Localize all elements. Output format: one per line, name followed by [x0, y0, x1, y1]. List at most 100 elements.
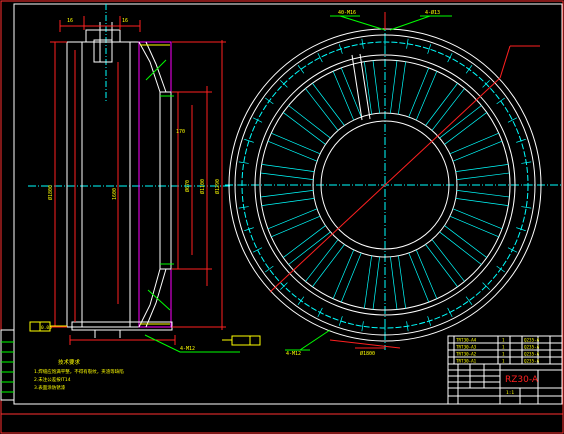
part-row-qty: 1	[502, 352, 505, 357]
bolt-hole-mark	[496, 265, 505, 273]
spoke-rib-line	[425, 244, 458, 287]
spoke-rib-line	[455, 164, 509, 172]
notes-title: 技术要求	[58, 358, 81, 366]
dim-side-top-2: 16	[122, 18, 128, 24]
spoke-rib-line	[364, 255, 372, 309]
spoke-rib-line	[261, 198, 315, 206]
spoke-rib-line	[372, 256, 380, 310]
spoke-rib-line	[449, 132, 499, 155]
dim-side-right-2: Ø1290	[214, 179, 221, 194]
spoke-rib-line	[452, 140, 503, 162]
spoke-rib-line	[271, 215, 321, 238]
spoke-rib-line	[332, 249, 355, 299]
spoke-rib-line	[456, 172, 510, 180]
notes-line-3: 3.表面涂防锈漆	[34, 384, 66, 391]
dim-circle-top-2: 4-Ø13	[425, 9, 440, 16]
part-row-code: TRT30-A3	[456, 345, 477, 350]
drawing-scale: 1:1	[506, 390, 514, 396]
bolt-hole-mark	[465, 296, 473, 305]
cad-drawing-sheet: 16 16 Ø1800 1600 Ø670 Ø1100 Ø1290 170 4-…	[0, 0, 564, 434]
spoke-rib-line	[312, 83, 345, 126]
bolt-hole-mark	[297, 65, 305, 74]
notes-line-1: 1.焊缝应饱满平整，不得有裂纹，夹渣等缺陷	[34, 368, 124, 375]
dim-circle-top-1: 40-M16	[338, 10, 356, 16]
part-row-code: TRT30-A1	[456, 359, 477, 364]
bolt-hole-mark	[317, 52, 323, 63]
spoke-rib-line	[390, 60, 398, 114]
spoke-rib-line	[261, 164, 315, 172]
dim-circle-bottom-2: Ø1800	[360, 350, 375, 357]
dim-side-top-1: 16	[67, 18, 73, 24]
bolt-hole-mark	[252, 247, 263, 253]
spoke-rib-line	[439, 231, 482, 265]
part-row-mat: Q235-A	[524, 352, 540, 357]
part-row-qty: 1	[502, 338, 505, 343]
front-circular-view: 40-M16 4-Ø13 4-M12 Ø1800	[225, 9, 562, 357]
sheet-inner-frame	[13, 3, 563, 405]
bolt-hole-mark	[252, 117, 263, 123]
dim-circle-bottom-1: 4-M12	[286, 351, 301, 357]
dim-side-inner: 1600	[112, 188, 118, 200]
dim-side-mid: Ø670	[184, 180, 191, 192]
bolt-hole-mark	[447, 307, 453, 318]
spoke-rib-line	[288, 105, 331, 139]
spoke-rib-line	[372, 60, 380, 114]
spoke-rib-line	[439, 105, 482, 139]
sheet-outer-frame	[0, 0, 564, 434]
dim-side-step: 170	[176, 129, 185, 135]
part-row-mat: Q235-A	[524, 345, 540, 350]
part-row-qty: 1	[502, 345, 505, 350]
spoke-rib-line	[260, 190, 314, 198]
bolt-hole-mark	[496, 97, 505, 105]
part-row-qty: 1	[502, 359, 505, 364]
spoke-rib-line	[260, 172, 314, 180]
dim-side-bottom-right: 4-M12	[180, 346, 195, 352]
part-row-mat: Q235-A	[524, 359, 540, 364]
datum-frame-bottom-left: 0.05	[29, 321, 67, 332]
bolt-hole-mark	[465, 65, 473, 74]
spoke-rib-line	[398, 61, 406, 115]
spoke-rib-line	[415, 71, 438, 121]
spoke-rib-line	[271, 132, 321, 155]
dim-side-right-1: Ø1100	[199, 179, 206, 194]
bolt-hole-mark	[265, 97, 274, 105]
spoke-rib-line	[267, 208, 318, 230]
bolt-hole-mark	[361, 321, 364, 332]
spoke-rib-line	[305, 88, 339, 131]
spoke-rib-line	[415, 249, 438, 299]
bolt-hole-mark	[447, 52, 453, 63]
spoke-rib-line	[425, 83, 458, 126]
spoke-rib-line	[305, 239, 339, 282]
spoke-rib-line	[398, 255, 406, 309]
spoke-rib-line	[312, 244, 345, 287]
bolt-hole-mark	[507, 117, 518, 123]
spoke-rib-line	[452, 208, 503, 230]
spoke-rib-line	[431, 88, 465, 131]
spoke-rib-line	[288, 231, 331, 265]
side-section-view: 16 16 Ø1800 1600 Ø670 Ø1100 Ø1290 170 4-…	[28, 4, 261, 353]
part-row-code: TRT30-A2	[456, 352, 477, 357]
spoke-rib-line	[332, 71, 355, 121]
bolt-hole-mark	[265, 265, 274, 273]
spoke-rib-line	[267, 140, 318, 162]
spoke-rib-line	[456, 190, 510, 198]
bolt-hole-mark	[317, 307, 323, 318]
notes-line-2: 2.未注公差按IT14	[34, 376, 71, 383]
part-row-mat: Q235-A	[524, 338, 540, 343]
spoke-rib-line	[444, 112, 487, 145]
spoke-rib-line	[340, 252, 362, 303]
technical-notes: 技术要求 1.焊缝应饱满平整，不得有裂纹，夹渣等缺陷 2.未注公差按IT14 3…	[34, 358, 124, 391]
title-block: TRT30-A4 1 Q235-A TRT30-A3 1 Q235-A TRT3…	[447, 335, 563, 405]
bolt-hole-mark	[297, 296, 305, 305]
spoke-rib-line	[444, 225, 487, 258]
part-row-code: TRT30-A4	[456, 338, 477, 343]
dim-side-left-total: Ø1800	[47, 185, 54, 200]
spoke-rib-line	[283, 225, 326, 258]
datum-frame-bottom-right	[222, 335, 261, 346]
spoke-rib-line	[431, 239, 465, 282]
spoke-rib-line	[283, 112, 326, 145]
spoke-rib-line	[449, 215, 499, 238]
spoke-rib-line	[455, 198, 509, 206]
spoke-rib-line	[390, 256, 398, 310]
bolt-hole-mark	[507, 247, 518, 253]
